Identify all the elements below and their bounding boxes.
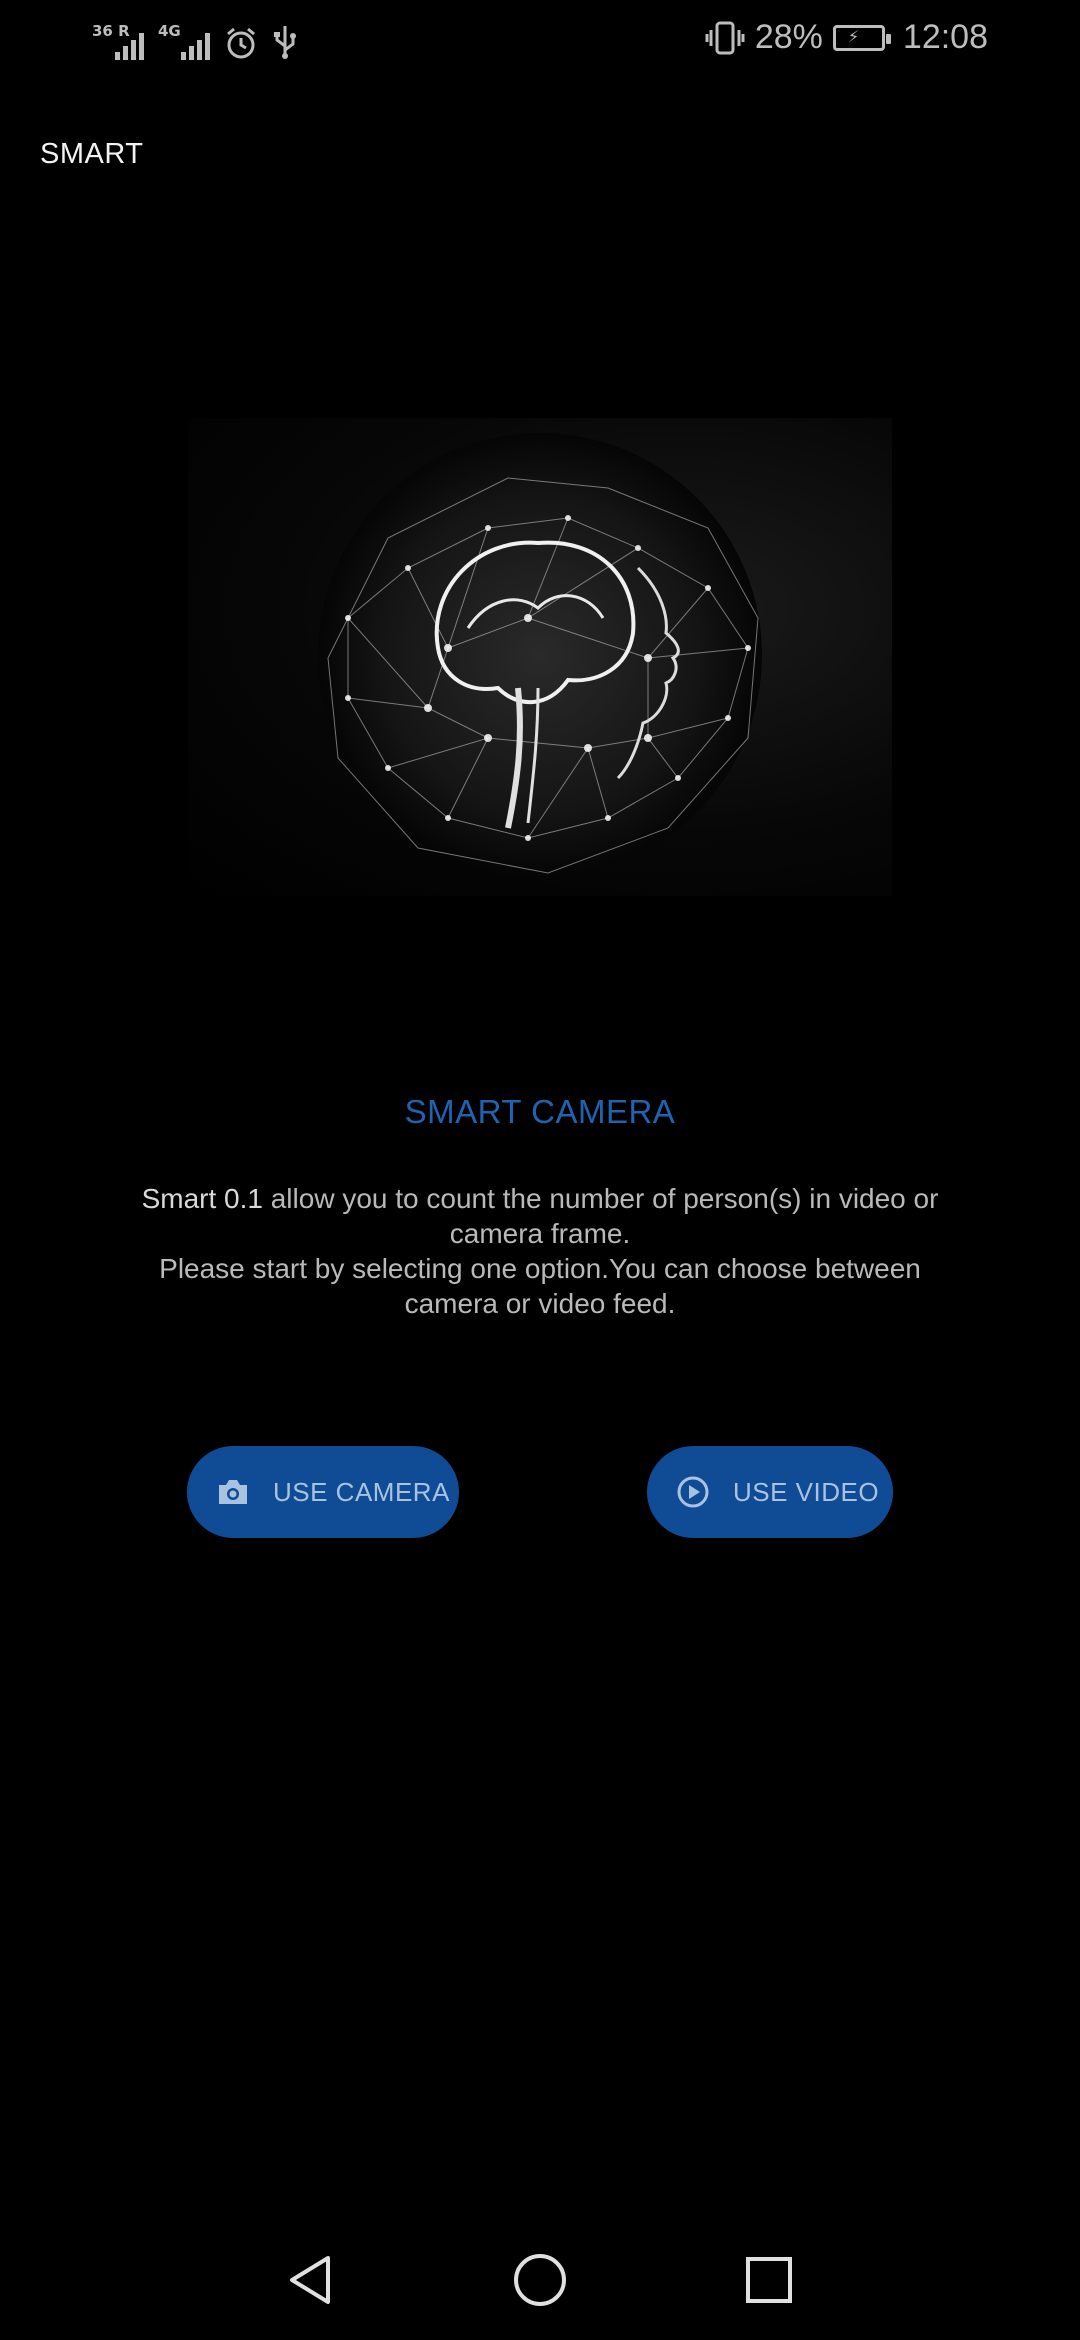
use-video-label: USE VIDEO bbox=[733, 1476, 880, 1507]
vibrate-icon bbox=[705, 21, 745, 54]
status-bar: 36 R 4G 28% ⚡ 12:08 bbox=[0, 0, 1080, 84]
app-version-name: Smart 0.1 bbox=[141, 1183, 263, 1214]
play-circle-icon bbox=[675, 1474, 711, 1510]
clock: 12:08 bbox=[902, 18, 988, 56]
app-title: SMART bbox=[40, 138, 144, 170]
battery-percent: 28% bbox=[754, 18, 823, 56]
status-right: 28% ⚡ 12:08 bbox=[705, 18, 988, 57]
signal-icon: 4G bbox=[158, 22, 210, 60]
status-left: 36 R 4G bbox=[92, 22, 298, 60]
hero-image bbox=[188, 418, 892, 896]
camera-icon bbox=[215, 1474, 251, 1510]
use-video-button[interactable]: USE VIDEO bbox=[647, 1446, 893, 1538]
home-icon[interactable] bbox=[510, 2250, 570, 2310]
page-heading: SMART CAMERA bbox=[404, 1093, 676, 1130]
network-type-2: 4G bbox=[158, 22, 181, 40]
screen: 36 R 4G 28% ⚡ 12:08 SMART SMART CAMERA S… bbox=[0, 0, 1080, 2340]
ai-head-network-image bbox=[318, 433, 762, 877]
usb-icon bbox=[274, 26, 296, 59]
recents-icon[interactable] bbox=[739, 2250, 799, 2310]
description-instruction: Please start by selecting one option.You… bbox=[159, 1253, 921, 1319]
battery-charging-icon: ⚡ bbox=[832, 24, 891, 51]
alarm-icon bbox=[227, 27, 255, 59]
description-text: allow you to count the number of person(… bbox=[262, 1183, 939, 1249]
use-camera-button[interactable]: USE CAMERA bbox=[187, 1446, 459, 1538]
signal-icon: 36 R bbox=[92, 22, 144, 60]
navigation-bar bbox=[0, 2220, 1080, 2340]
back-icon[interactable] bbox=[280, 2250, 340, 2310]
use-camera-label: USE CAMERA bbox=[273, 1476, 450, 1507]
description: Smart 0.1 allow you to count the number … bbox=[140, 1181, 940, 1321]
